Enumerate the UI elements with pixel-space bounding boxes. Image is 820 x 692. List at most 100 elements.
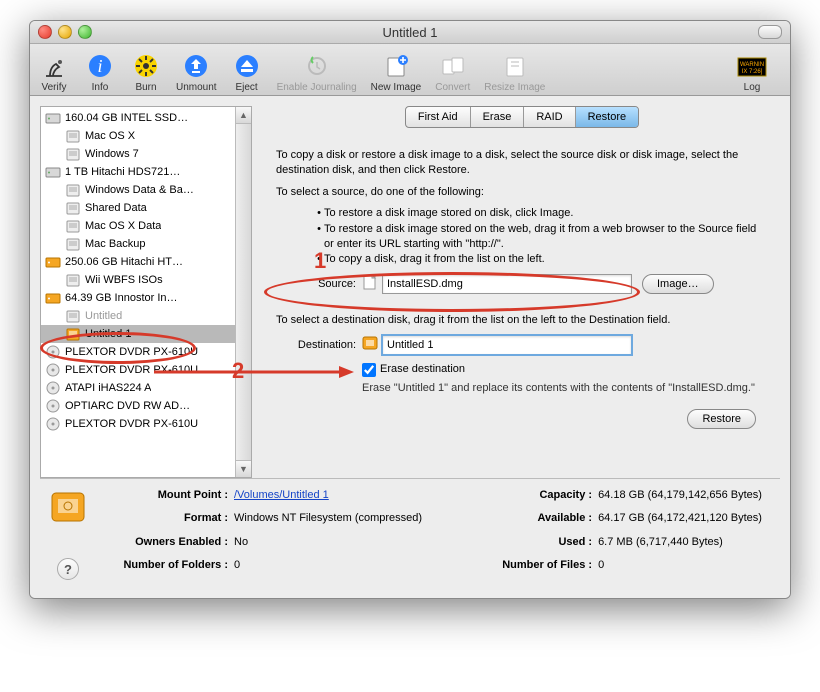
sidebar-item[interactable]: Wii WBFS ISOs <box>41 271 251 289</box>
microscope-icon <box>38 48 70 80</box>
toolbar: Verify i Info Burn Unmount Eject <box>30 44 790 96</box>
tab-raid[interactable]: RAID <box>524 107 575 127</box>
destination-row: Destination: <box>276 335 768 356</box>
sidebar-item[interactable]: Mac Backup <box>41 235 251 253</box>
toolbar-toggle-pill[interactable] <box>758 25 782 39</box>
toolbar-info[interactable]: i Info <box>84 48 116 93</box>
vol-icon <box>65 273 81 287</box>
dest-help: To select a destination disk, drag it fr… <box>276 313 768 328</box>
sidebar-item[interactable]: ATAPI iHAS224 A <box>41 379 251 397</box>
restore-button[interactable]: Restore <box>687 409 756 429</box>
destination-input[interactable] <box>382 335 632 355</box>
sidebar-item-label: PLEXTOR DVDR PX-610U <box>65 346 198 358</box>
scroll-down-icon[interactable]: ▼ <box>236 460 251 477</box>
erase-destination-label: Erase destination <box>380 362 465 377</box>
source-input[interactable] <box>382 274 632 294</box>
toolbar-new-image[interactable]: New Image <box>371 48 422 93</box>
svg-text:i: i <box>97 56 102 76</box>
tab-erase[interactable]: Erase <box>471 107 525 127</box>
tabs: First AidEraseRAIDRestore <box>264 106 780 128</box>
sidebar-item[interactable]: Windows Data & Ba… <box>41 181 251 199</box>
svg-text:WARNIN: WARNIN <box>740 62 764 68</box>
vol-icon <box>65 183 81 197</box>
footer: ? Mount Point :/Volumes/Untitled 1 Forma… <box>40 478 780 588</box>
tab-first-aid[interactable]: First Aid <box>406 107 471 127</box>
toolbar-burn[interactable]: Burn <box>130 48 162 93</box>
optical-icon <box>45 399 61 413</box>
sidebar-item[interactable]: Mac OS X Data <box>41 217 251 235</box>
sidebar-item-label: Mac OS X Data <box>85 220 161 232</box>
sidebar-item[interactable]: 160.04 GB INTEL SSD… <box>41 109 251 127</box>
volume-ext-icon <box>362 335 378 356</box>
destination-label: Destination: <box>276 338 356 353</box>
unmount-icon <box>180 48 212 80</box>
toolbar-convert: Convert <box>435 48 470 93</box>
sidebar-item[interactable]: Mac OS X <box>41 127 251 145</box>
sidebar-item[interactable]: PLEXTOR DVDR PX-610U <box>41 343 251 361</box>
optical-icon <box>45 363 61 377</box>
sidebar-item[interactable]: PLEXTOR DVDR PX-610U <box>41 361 251 379</box>
sidebar-item-label: OPTIARC DVD RW AD… <box>65 400 190 412</box>
info-right: Capacity :64.18 GB (64,179,142,656 Bytes… <box>462 489 762 580</box>
toolbar-enable-journaling: Enable Journaling <box>277 48 357 93</box>
disk-icon <box>45 165 61 179</box>
sidebar-item-label: 250.06 GB Hitachi HT… <box>65 256 183 268</box>
sidebar-item-label: Windows Data & Ba… <box>85 184 194 196</box>
disk-list[interactable]: 160.04 GB INTEL SSD… Mac OS X Windows 7 1 T… <box>40 106 252 478</box>
image-button[interactable]: Image… <box>642 274 714 294</box>
toolbar-log[interactable]: WARNINIX 7:26] Log <box>736 48 768 93</box>
toolbar-verify[interactable]: Verify <box>38 48 70 93</box>
help-button[interactable]: ? <box>57 558 79 580</box>
scrollbar[interactable]: ▲ ▼ <box>235 107 251 477</box>
titlebar[interactable]: Untitled 1 <box>30 21 790 44</box>
window: Untitled 1 Verify i Info Burn Unmount <box>29 20 791 599</box>
sidebar-item-label: Mac OS X <box>85 130 135 142</box>
vol-icon <box>65 147 81 161</box>
info-left: Mount Point :/Volumes/Untitled 1 Format … <box>98 489 422 580</box>
toolbar-resize-image: Resize Image <box>484 48 545 93</box>
sidebar-item[interactable]: Untitled <box>41 307 251 325</box>
journal-icon <box>301 48 333 80</box>
intro-text: To copy a disk or restore a disk image t… <box>276 148 768 179</box>
sidebar-item[interactable]: Untitled 1 <box>41 325 251 343</box>
disk-ext-icon <box>45 255 61 269</box>
source-label: Source: <box>276 277 356 292</box>
toolbar-unmount[interactable]: Unmount <box>176 48 217 93</box>
sidebar-item-label: ATAPI iHAS224 A <box>65 382 151 394</box>
scroll-up-icon[interactable]: ▲ <box>236 107 251 124</box>
sidebar-item-label: Shared Data <box>85 202 147 214</box>
source-help-head: To select a source, do one of the follow… <box>276 185 768 200</box>
sidebar-item[interactable]: OPTIARC DVD RW AD… <box>41 397 251 415</box>
sidebar-item[interactable]: 250.06 GB Hitachi HT… <box>41 253 251 271</box>
sidebar-item[interactable]: PLEXTOR DVDR PX-610U <box>41 415 251 433</box>
burn-icon <box>130 48 162 80</box>
main-panel: First AidEraseRAIDRestore To copy a disk… <box>264 106 780 478</box>
erase-destination-checkbox[interactable] <box>362 363 376 377</box>
toolbar-eject[interactable]: Eject <box>231 48 263 93</box>
sidebar-item-label: Wii WBFS ISOs <box>85 274 163 286</box>
optical-icon <box>45 417 61 431</box>
dmg-icon <box>362 274 378 295</box>
vol-ext-icon <box>65 327 81 341</box>
sidebar-item-label: PLEXTOR DVDR PX-610U <box>65 364 198 376</box>
optical-icon <box>45 381 61 395</box>
sidebar-item-label: Untitled 1 <box>85 328 131 340</box>
new-image-icon <box>380 48 412 80</box>
sidebar-item[interactable]: 64.39 GB Innostor In… <box>41 289 251 307</box>
convert-icon <box>437 48 469 80</box>
resize-icon <box>499 48 531 80</box>
window-title: Untitled 1 <box>30 25 790 40</box>
sidebar-item-label: Windows 7 <box>85 148 139 160</box>
optical-icon <box>45 345 61 359</box>
sidebar-item[interactable]: 1 TB Hitachi HDS721… <box>41 163 251 181</box>
sidebar-item[interactable]: Shared Data <box>41 199 251 217</box>
vol-icon <box>65 309 81 323</box>
tab-restore[interactable]: Restore <box>576 107 639 127</box>
sidebar-item[interactable]: Windows 7 <box>41 145 251 163</box>
sidebar-item-label: Mac Backup <box>85 238 146 250</box>
vol-icon <box>65 219 81 233</box>
vol-icon <box>65 237 81 251</box>
svg-text:IX 7:26]: IX 7:26] <box>742 69 763 75</box>
source-row: Source: Image… <box>276 274 768 295</box>
mount-point-link[interactable]: /Volumes/Untitled 1 <box>234 489 329 501</box>
